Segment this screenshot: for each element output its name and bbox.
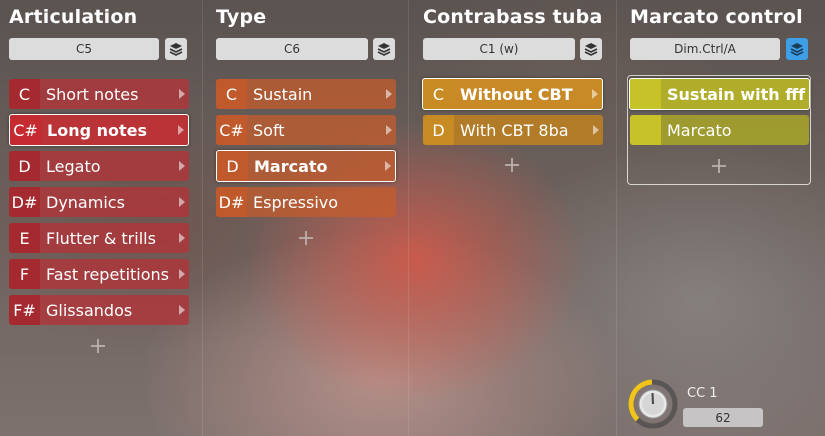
column-title: Contrabass tuba [423, 6, 603, 28]
articulation-item-selected[interactable]: C# Long notes [9, 114, 189, 146]
column-title: Type [216, 6, 267, 28]
type-item[interactable]: C Sustain [216, 79, 396, 109]
key-label: D [217, 151, 248, 181]
add-articulation-plus-icon[interactable] [91, 339, 105, 353]
key-label: C# [216, 115, 247, 145]
column-title: Articulation [9, 6, 138, 28]
chevron-right-icon [179, 197, 185, 207]
key-label: C [9, 79, 40, 109]
item-label: Marcato [667, 120, 732, 140]
chevron-right-icon [179, 269, 185, 279]
chevron-right-icon [592, 89, 598, 99]
item-label: Flutter & trills [46, 228, 156, 248]
chevron-right-icon [179, 89, 185, 99]
type-item[interactable]: C# Soft [216, 115, 396, 145]
key-label: C [423, 79, 454, 109]
layers-icon [584, 43, 598, 56]
key-label: D# [9, 187, 40, 217]
add-tuba-plus-icon[interactable] [505, 158, 519, 172]
layers-icon [790, 43, 804, 56]
add-control-plus-icon[interactable] [712, 159, 726, 173]
cc-value[interactable]: 62 [683, 408, 763, 427]
articulation-selector[interactable]: C5 [9, 38, 159, 60]
knob-pointer [651, 392, 654, 405]
add-type-plus-icon[interactable] [299, 231, 313, 245]
articulation-item[interactable]: D# Dynamics [9, 187, 189, 217]
layers-button[interactable] [580, 38, 602, 60]
item-label: With CBT 8ba [460, 120, 569, 140]
control-item-selected[interactable]: Sustain with fff [629, 78, 810, 110]
layers-icon [377, 43, 391, 56]
chevron-right-icon [385, 161, 391, 171]
control-selector[interactable]: Dim.Ctrl/A [630, 38, 780, 60]
item-label: Espressivo [253, 192, 339, 212]
articulation-item[interactable]: F Fast repetitions [9, 259, 189, 289]
item-label: Soft [253, 120, 285, 140]
control-item[interactable]: Marcato [630, 115, 809, 145]
chevron-right-icon [593, 125, 599, 135]
tuba-item-selected[interactable]: C Without CBT [422, 78, 603, 110]
layers-button[interactable] [373, 38, 395, 60]
item-label: Fast repetitions [46, 264, 170, 284]
articulation-column: Articulation C5 C Short notes C# Long no… [0, 0, 202, 436]
key-label: F [9, 259, 40, 289]
layers-button-active[interactable] [786, 38, 808, 60]
tuba-selector[interactable]: C1 (w) [423, 38, 575, 60]
item-label: Dynamics [46, 192, 125, 212]
chevron-right-icon [386, 125, 392, 135]
chevron-right-icon [179, 305, 185, 315]
color-swatch [630, 115, 661, 145]
key-label: E [9, 223, 40, 253]
key-label: C# [10, 115, 41, 145]
chevron-right-icon [179, 161, 185, 171]
articulation-item[interactable]: D Legato [9, 151, 189, 181]
layers-button[interactable] [165, 38, 187, 60]
articulation-item[interactable]: E Flutter & trills [9, 223, 189, 253]
item-label: Sustain with fff [667, 84, 806, 104]
tuba-item[interactable]: D With CBT 8ba [423, 115, 603, 145]
key-label: D [423, 115, 454, 145]
type-item[interactable]: D# Espressivo [216, 187, 396, 217]
layers-icon [169, 43, 183, 56]
color-swatch [630, 79, 661, 109]
type-column: Type C6 C Sustain C# Soft D Marcato D# E… [203, 0, 408, 436]
key-label: C [216, 79, 247, 109]
articulation-item[interactable]: C Short notes [9, 79, 189, 109]
type-selector[interactable]: C6 [216, 38, 368, 60]
chevron-right-icon [386, 89, 392, 99]
key-label: F# [9, 295, 40, 325]
item-label: Marcato [254, 156, 328, 176]
key-label: D [9, 151, 40, 181]
chevron-right-icon [178, 125, 184, 135]
key-label: D# [216, 187, 247, 217]
item-label: Long notes [47, 120, 148, 140]
tuba-column: Contrabass tuba C1 (w) C Without CBT D W… [409, 0, 616, 436]
item-label: Sustain [253, 84, 313, 104]
item-label: Glissandos [46, 300, 133, 320]
articulation-item[interactable]: F# Glissandos [9, 295, 189, 325]
cc-label: CC 1 [687, 386, 718, 401]
item-label: Without CBT [460, 84, 573, 104]
cc-knob[interactable] [628, 379, 678, 429]
chevron-right-icon [179, 233, 185, 243]
column-title: Marcato control [630, 6, 803, 28]
item-label: Legato [46, 156, 101, 176]
item-label: Short notes [46, 84, 139, 104]
type-item-selected[interactable]: D Marcato [216, 150, 396, 182]
control-column: Marcato control Dim.Ctrl/A Sustain with … [617, 0, 825, 436]
